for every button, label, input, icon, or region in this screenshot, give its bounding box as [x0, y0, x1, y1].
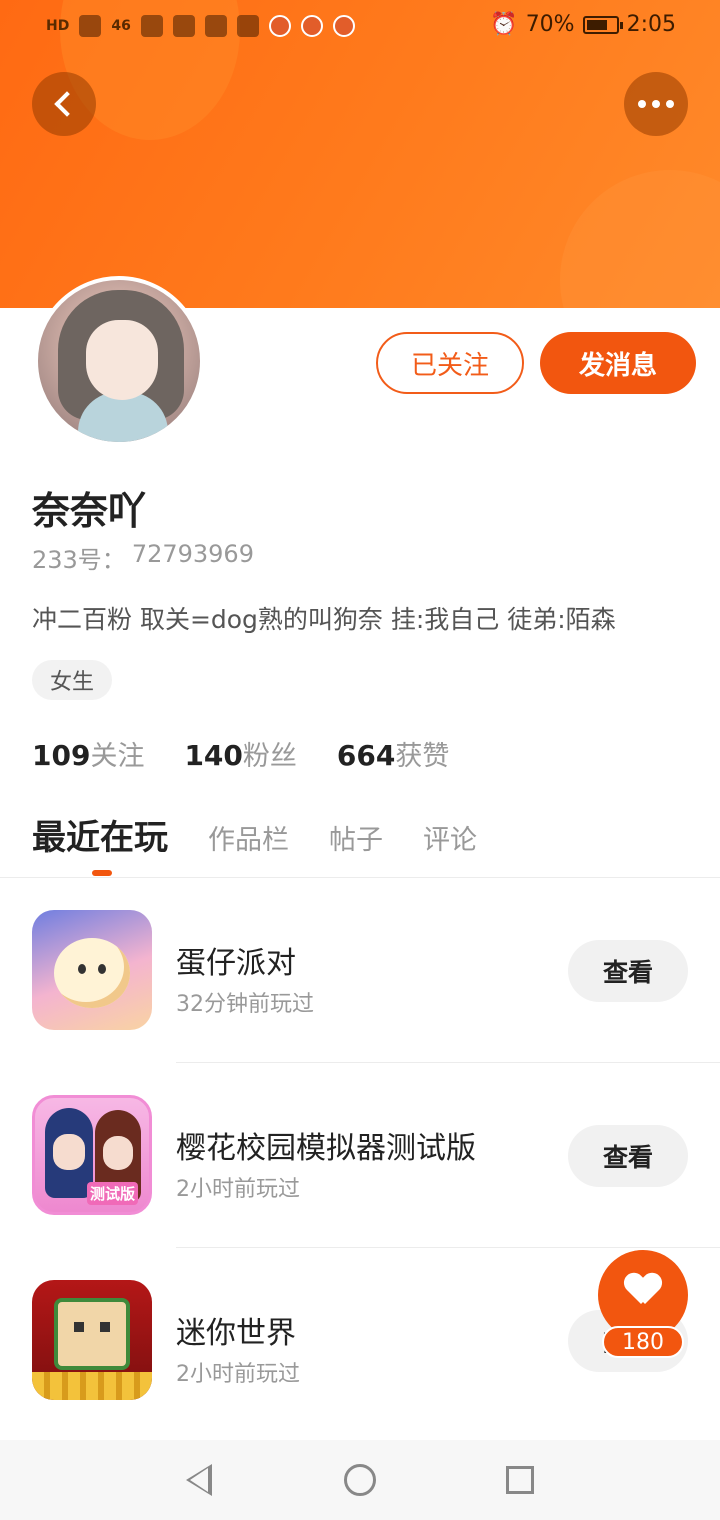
- active-tab-indicator: [92, 870, 112, 876]
- sakura-school-icon: 测试版: [32, 1095, 152, 1215]
- game-last-played: 2小时前玩过: [176, 1177, 300, 1202]
- avatar[interactable]: [34, 276, 204, 446]
- network-type-label: 46: [111, 18, 131, 34]
- username: 奈奈吖: [32, 489, 147, 533]
- battery-icon: [582, 15, 623, 34]
- game-name: 迷你世界: [176, 1316, 296, 1351]
- profile-tabs: 最近在玩 作品栏 帖子 评论: [32, 810, 477, 859]
- tab-posts[interactable]: 帖子: [329, 818, 383, 857]
- alarm-clock-icon: ⏰: [490, 12, 518, 37]
- stat-number: 664: [336, 739, 396, 772]
- capcut-icon: [236, 15, 259, 37]
- view-button[interactable]: 查看: [568, 940, 688, 1002]
- game-name: 蛋仔派对: [176, 946, 296, 981]
- chevron-left-icon: [54, 91, 80, 117]
- send-message-button[interactable]: 发消息: [540, 332, 696, 394]
- back-button[interactable]: [32, 72, 96, 136]
- more-dots-icon: [638, 100, 674, 108]
- list-item[interactable]: 测试版 樱花校园模拟器测试版 2小时前玩过 查看: [0, 1095, 720, 1280]
- tab-comments[interactable]: 评论: [423, 818, 477, 857]
- signal-icon-2: [140, 15, 163, 37]
- gender-tag: 女生: [32, 660, 113, 700]
- clock-time: 2:05: [626, 12, 676, 37]
- stat-number: 109: [32, 739, 91, 772]
- more-button[interactable]: [624, 72, 688, 136]
- stat-followers[interactable]: 140 粉丝: [184, 734, 296, 773]
- nav-home-icon[interactable]: [344, 1464, 376, 1496]
- stat-following[interactable]: 109 关注: [32, 734, 144, 773]
- stat-likes[interactable]: 664 获赞: [337, 734, 449, 773]
- game-last-played: 32分钟前玩过: [176, 992, 314, 1017]
- like-count: 180: [602, 1326, 684, 1358]
- divider: [176, 1062, 720, 1063]
- stat-number: 140: [184, 739, 243, 772]
- app-notification-icon: [268, 15, 291, 37]
- system-nav-bar: [0, 1440, 720, 1520]
- hd-label: HD: [46, 18, 70, 34]
- stat-label: 关注: [90, 741, 145, 772]
- bio: 冲二百粉 取关=dog熟的叫狗奈 挂:我自己 徒弟:陌森: [32, 605, 616, 634]
- nav-recent-icon[interactable]: [506, 1466, 534, 1494]
- signal-icon: [79, 15, 102, 37]
- user-id: 233号： 72793969: [32, 540, 254, 575]
- nav-back-icon[interactable]: [186, 1464, 212, 1496]
- list-item[interactable]: 蛋仔派对 32分钟前玩过 查看: [0, 910, 720, 1095]
- tab-works[interactable]: 作品栏: [208, 818, 289, 857]
- test-version-badge: 测试版: [87, 1182, 139, 1205]
- app-notification-icon-3: [332, 15, 355, 37]
- taobao-icon: [204, 15, 227, 37]
- tab-recently-played[interactable]: 最近在玩: [32, 810, 168, 859]
- battery-percent: 70%: [525, 12, 575, 37]
- game-name: 樱花校园模拟器测试版: [176, 1131, 476, 1166]
- followed-button[interactable]: 已关注: [376, 332, 524, 394]
- stat-label: 获赞: [395, 741, 450, 772]
- user-id-label: 233号：: [32, 546, 126, 574]
- game-last-played: 2小时前玩过: [176, 1362, 300, 1387]
- divider: [0, 877, 720, 878]
- status-bar: HD 46 ⏰ 70% 2:05: [0, 0, 720, 56]
- app-notification-icon-2: [300, 15, 323, 37]
- heart-icon: [625, 1274, 661, 1306]
- wifi-icon: [172, 15, 195, 37]
- divider: [176, 1247, 720, 1248]
- user-id-value: 72793969: [131, 540, 254, 568]
- profile-stats: 109 关注 140 粉丝 664 获赞: [32, 734, 449, 773]
- view-button[interactable]: 查看: [568, 1125, 688, 1187]
- egg-party-icon: [32, 910, 152, 1030]
- stat-label: 粉丝: [242, 741, 297, 772]
- mini-world-icon: [32, 1280, 152, 1400]
